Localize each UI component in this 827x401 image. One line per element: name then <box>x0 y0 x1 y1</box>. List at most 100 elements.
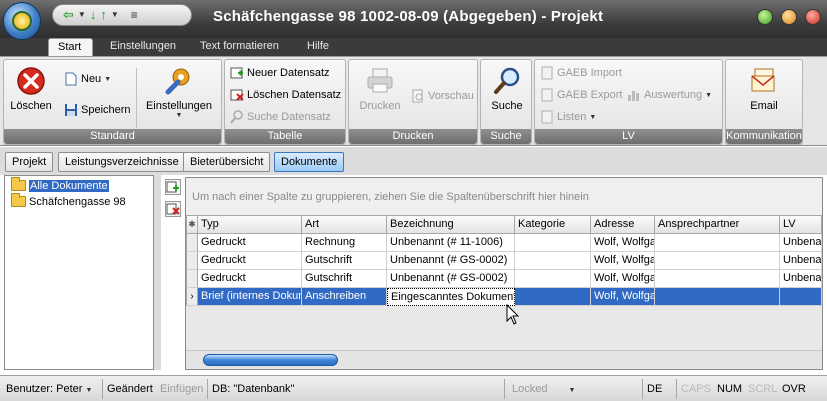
gaeb-export-button[interactable]: GAEB Export <box>540 86 622 104</box>
speichern-button[interactable]: Speichern <box>64 101 131 119</box>
doc-tab-leistungsverzeichnisse[interactable]: Leistungsverzeichnisse <box>58 152 186 172</box>
group-label-drucken: Drucken <box>349 129 477 144</box>
suche-button[interactable]: Suche <box>487 66 527 112</box>
cell-ansprechpartner[interactable] <box>655 270 780 288</box>
minimize-button[interactable] <box>757 9 773 25</box>
status-user[interactable]: Benutzer: Peter ▼ <box>6 381 92 397</box>
cell-kategorie[interactable] <box>515 234 591 252</box>
vorschau-button[interactable]: Vorschau <box>411 87 474 105</box>
vorschau-label: Vorschau <box>428 90 474 102</box>
loeschen-datensatz-button[interactable]: Löschen Datensatz <box>230 86 341 104</box>
tab-einstellungen[interactable]: Einstellungen <box>101 38 185 56</box>
magnifier-icon <box>494 67 520 94</box>
cell-bezeichnung-focused[interactable]: Eingescanntes Dokument <box>387 288 515 306</box>
cell-adresse[interactable]: Wolf, Wolfgang <box>591 270 655 288</box>
auswertung-button[interactable]: Auswertung ▼ <box>627 86 712 104</box>
cell-typ[interactable]: Brief (internes Dokument) <box>198 288 302 306</box>
close-button[interactable] <box>805 9 821 25</box>
cell-lv[interactable] <box>780 288 822 306</box>
panel-splitter[interactable] <box>154 175 161 370</box>
column-header-kategorie[interactable]: Kategorie <box>515 215 591 234</box>
tree-item-schaefchengasse[interactable]: Schäfchengasse 98 <box>11 193 126 209</box>
back-arrow-icon[interactable]: ⇦ <box>63 5 74 25</box>
group-by-panel[interactable]: Um nach einer Spalte zu gruppieren, zieh… <box>186 178 822 215</box>
cell-bezeichnung[interactable]: Unbenannt (# GS-0002) <box>387 270 515 288</box>
row-indicator-header: ✱ <box>186 215 198 234</box>
doc-tab-dokumente[interactable]: Dokumente <box>274 152 345 172</box>
cell-art[interactable]: Gutschrift <box>302 252 387 270</box>
cell-adresse[interactable]: Wolf, Wolfgang <box>591 252 655 270</box>
cell-kategorie[interactable] <box>515 288 591 306</box>
doc-tab-projekt[interactable]: Projekt <box>5 152 54 172</box>
column-header-typ[interactable]: Typ <box>198 215 302 234</box>
up-dropdown-icon[interactable]: ▼ <box>111 5 119 25</box>
add-document-button[interactable] <box>165 179 181 195</box>
maximize-button[interactable] <box>781 9 797 25</box>
column-header-lv[interactable]: LV <box>780 215 822 234</box>
column-header-ansprechpartner[interactable]: Ansprechpartner <box>655 215 780 234</box>
suche-datensatz-button[interactable]: Suche Datensatz <box>230 108 331 126</box>
tab-hilfe[interactable]: Hilfe <box>298 38 338 56</box>
column-header-adresse[interactable]: Adresse <box>591 215 655 234</box>
cell-art[interactable]: Rechnung <box>302 234 387 252</box>
neuer-datensatz-label: Neuer Datensatz <box>247 67 330 79</box>
horizontal-scrollbar[interactable] <box>186 350 822 368</box>
up-arrow-icon[interactable]: ↑ <box>100 5 107 25</box>
einstellungen-button[interactable]: Einstellungen ▼ <box>144 66 214 119</box>
application-menu-button[interactable] <box>3 2 41 40</box>
report-icon <box>628 91 639 101</box>
drucken-button[interactable]: Drucken <box>355 66 405 112</box>
cell-lv[interactable]: Unbenannt <box>780 270 822 288</box>
customize-toolbar-icon[interactable]: ≡ <box>131 5 138 25</box>
cell-typ[interactable]: Gedruckt <box>198 252 302 270</box>
cell-typ[interactable]: Gedruckt <box>198 270 302 288</box>
cell-kategorie[interactable] <box>515 252 591 270</box>
new-document-icon <box>65 72 77 86</box>
search-record-icon <box>230 110 243 124</box>
down-arrow-icon[interactable]: ↓ <box>90 5 97 25</box>
folder-icon <box>11 193 26 207</box>
cell-bezeichnung[interactable]: Unbenannt (# GS-0002) <box>387 252 515 270</box>
cell-typ[interactable]: Gedruckt <box>198 234 302 252</box>
list-icon <box>541 110 553 124</box>
table-row-selected[interactable]: › Brief (internes Dokument) Anschreiben … <box>186 288 822 306</box>
status-user-label: Benutzer: Peter <box>6 383 83 395</box>
cell-ansprechpartner[interactable] <box>655 234 780 252</box>
column-header-bezeichnung[interactable]: Bezeichnung <box>387 215 515 234</box>
table-row[interactable]: Gedruckt Rechnung Unbenannt (# 11-1006) … <box>186 234 822 252</box>
loeschen-button[interactable]: Löschen <box>10 66 52 112</box>
scrollbar-thumb[interactable] <box>203 354 338 366</box>
group-label-tabelle: Tabelle <box>225 129 345 144</box>
doc-tab-bieteruebersicht[interactable]: Bieterübersicht <box>183 152 271 172</box>
cell-art[interactable]: Gutschrift <box>302 270 387 288</box>
tree-item-label: Alle Dokumente <box>29 179 109 192</box>
delete-record-icon <box>230 89 244 101</box>
cell-adresse[interactable]: Wolf, Wolfgang <box>591 288 655 306</box>
column-header-art[interactable]: Art <box>302 215 387 234</box>
tab-text-formatieren[interactable]: Text formatieren <box>191 38 288 56</box>
status-locked[interactable]: Locked ▼ <box>512 381 575 397</box>
table-row[interactable]: Gedruckt Gutschrift Unbenannt (# GS-0002… <box>186 252 822 270</box>
tree-item-label: Schäfchengasse 98 <box>29 195 126 208</box>
gaeb-import-button[interactable]: GAEB Import <box>540 64 622 82</box>
separator <box>642 379 643 399</box>
email-button[interactable]: Email <box>744 66 784 112</box>
neu-button[interactable]: Neu ▼ <box>64 70 111 88</box>
table-row[interactable]: Gedruckt Gutschrift Unbenannt (# GS-0002… <box>186 270 822 288</box>
cell-lv[interactable]: Unbenannt <box>780 252 822 270</box>
cell-bezeichnung[interactable]: Unbenannt (# 11-1006) <box>387 234 515 252</box>
cell-kategorie[interactable] <box>515 270 591 288</box>
cell-adresse[interactable]: Wolf, Wolfgang <box>591 234 655 252</box>
neuer-datensatz-button[interactable]: Neuer Datensatz <box>230 64 330 82</box>
delete-document-button[interactable] <box>165 201 181 217</box>
status-caps: CAPS <box>681 383 711 395</box>
cell-ansprechpartner[interactable] <box>655 252 780 270</box>
tab-start[interactable]: Start <box>48 38 93 56</box>
listen-button[interactable]: Listen ▼ <box>540 108 596 126</box>
cell-art[interactable]: Anschreiben <box>302 288 387 306</box>
tree-item-alle-dokumente[interactable]: Alle Dokumente <box>11 177 109 193</box>
listen-dropdown-icon: ▼ <box>589 113 597 121</box>
cell-lv[interactable]: Unbenannt <box>780 234 822 252</box>
back-dropdown-icon[interactable]: ▼ <box>78 5 86 25</box>
cell-ansprechpartner[interactable] <box>655 288 780 306</box>
